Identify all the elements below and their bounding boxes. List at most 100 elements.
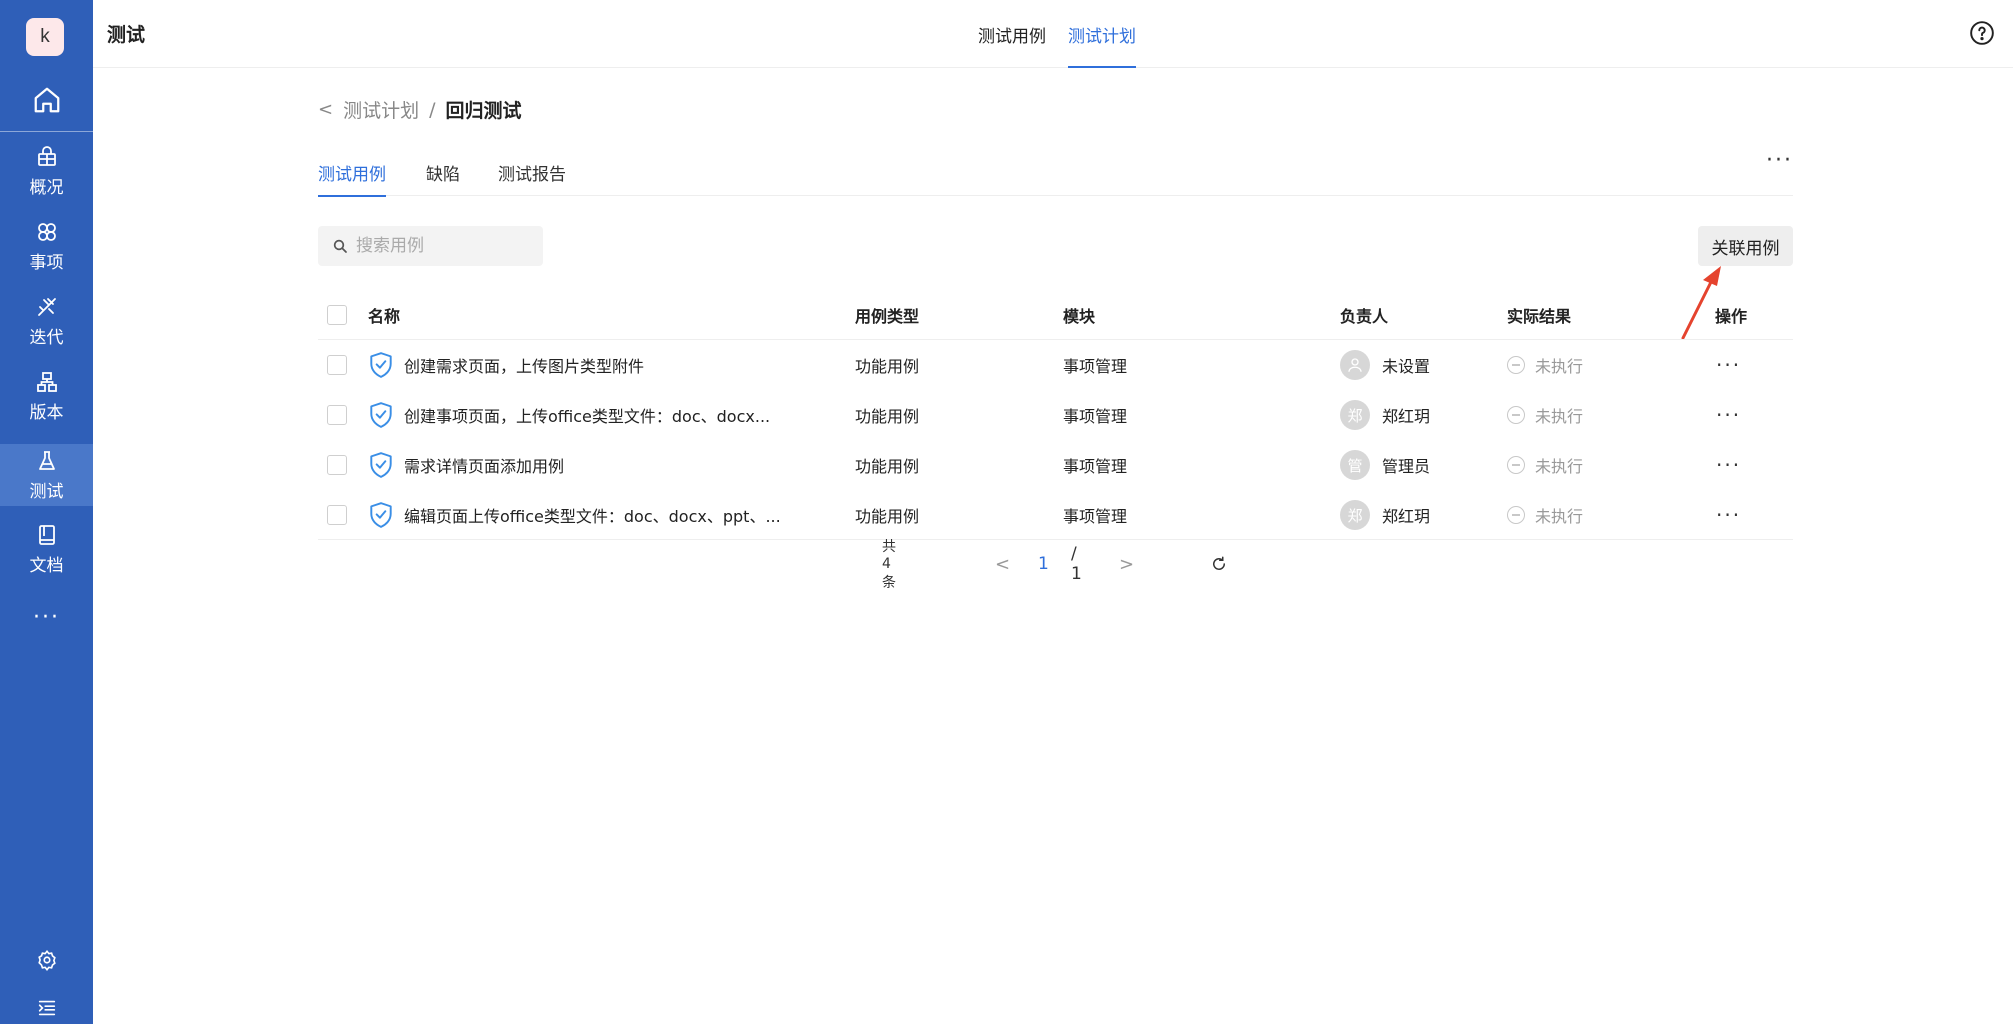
- not-executed-icon: [1507, 356, 1525, 374]
- search-icon: [333, 239, 347, 253]
- owner-name: 郑红玥: [1382, 507, 1431, 526]
- next-page-button[interactable]: >: [1119, 550, 1134, 578]
- row-checkbox-cell: [327, 340, 347, 390]
- plan-subtabs: 测试用例 缺陷 测试报告 ···: [318, 148, 1793, 197]
- top-bar: 测试 测试用例 测试计划: [93, 0, 2013, 68]
- case-name-cell: 编辑页面上传office类型文件：doc、docx、ppt、...: [368, 490, 781, 540]
- current-page[interactable]: 1: [1038, 550, 1049, 578]
- case-module: 事项管理: [1063, 457, 1128, 476]
- sidebar-item-label: 版本: [29, 402, 64, 423]
- test-icon: [38, 450, 55, 470]
- subtab-test-report[interactable]: 测试报告: [498, 148, 566, 196]
- subtab-test-cases[interactable]: 测试用例: [318, 148, 386, 197]
- test-case-shield-icon: [370, 402, 392, 428]
- breadcrumb-separator: /: [429, 98, 436, 121]
- owner-name: 未设置: [1382, 357, 1431, 376]
- user-avatar[interactable]: k: [26, 18, 64, 56]
- row-checkbox[interactable]: [327, 405, 347, 425]
- case-result[interactable]: 未执行: [1507, 440, 1583, 490]
- result-text: 未执行: [1535, 357, 1584, 376]
- result-text: 未执行: [1535, 457, 1584, 476]
- test-case-shield-icon: [370, 352, 392, 378]
- row-checkbox[interactable]: [327, 455, 347, 475]
- sidebar-item-label: 迭代: [29, 327, 64, 348]
- case-owner[interactable]: 郑 郑红玥: [1340, 390, 1430, 440]
- issues-icon: [37, 222, 56, 241]
- associate-cases-button[interactable]: 关联用例: [1698, 226, 1793, 266]
- sidebar-item-issues[interactable]: 事项: [0, 215, 93, 277]
- home-icon: [34, 87, 59, 113]
- prev-page-button[interactable]: <: [995, 550, 1010, 578]
- table-row[interactable]: 创建事项页面，上传office类型文件：doc、docx... 功能用例 事项管…: [318, 390, 1793, 440]
- avatar: 郑: [1340, 500, 1370, 530]
- collapse-sidebar-button[interactable]: [0, 990, 93, 1024]
- top-tabs: 测试用例 测试计划: [978, 0, 1136, 68]
- settings-button[interactable]: [0, 942, 93, 978]
- select-all-checkbox[interactable]: [327, 305, 347, 325]
- refresh-button[interactable]: [1210, 550, 1228, 578]
- case-result[interactable]: 未执行: [1507, 340, 1583, 390]
- case-owner[interactable]: 郑 郑红玥: [1340, 490, 1430, 540]
- sidebar-item-label: 事项: [29, 252, 64, 273]
- row-more-button[interactable]: ···: [1716, 490, 1741, 540]
- breadcrumb-current: 回归测试: [445, 100, 522, 122]
- sidebar-item-test[interactable]: 测试: [0, 444, 93, 506]
- breadcrumb-parent-link[interactable]: 测试计划: [343, 96, 419, 123]
- breadcrumb: < 测试计划 / 回归测试: [318, 96, 522, 123]
- row-checkbox[interactable]: [327, 355, 347, 375]
- row-more-button[interactable]: ···: [1716, 440, 1741, 490]
- version-icon: [36, 371, 57, 392]
- back-button[interactable]: <: [318, 99, 333, 120]
- case-type: 功能用例: [855, 457, 920, 476]
- avatar: [1340, 350, 1370, 380]
- case-type: 功能用例: [855, 507, 920, 526]
- user-placeholder-icon: [1348, 358, 1362, 372]
- sidebar-item-version[interactable]: 版本: [0, 365, 93, 427]
- case-name-link[interactable]: 创建需求页面，上传图片类型附件: [404, 353, 644, 377]
- case-type: 功能用例: [855, 407, 920, 426]
- case-name-link[interactable]: 编辑页面上传office类型文件：doc、docx、ppt、...: [404, 503, 781, 527]
- case-name-link[interactable]: 需求详情页面添加用例: [404, 453, 564, 477]
- table-row[interactable]: 创建需求页面，上传图片类型附件 功能用例 事项管理 未设置 未执行 ···: [318, 340, 1793, 390]
- help-icon[interactable]: [1969, 20, 1995, 46]
- case-result[interactable]: 未执行: [1507, 390, 1583, 440]
- not-executed-icon: [1507, 406, 1525, 424]
- owner-name: 郑红玥: [1382, 407, 1431, 426]
- column-header-owner: 负责人: [1340, 307, 1389, 326]
- sidebar-item-label: 文档: [29, 555, 64, 576]
- total-pages: / 1: [1071, 544, 1082, 584]
- test-case-shield-icon: [370, 502, 392, 528]
- sidebar-item-overview[interactable]: 概况: [0, 140, 93, 202]
- home-button[interactable]: [0, 72, 93, 128]
- table-row[interactable]: 编辑页面上传office类型文件：doc、docx、ppt、... 功能用例 事…: [318, 490, 1793, 540]
- column-header-module: 模块: [1063, 307, 1096, 326]
- sidebar-item-sprint[interactable]: 迭代: [0, 290, 93, 352]
- sidebar-more-button[interactable]: ···: [0, 600, 93, 634]
- table-header: 名称 用例类型 模块 负责人 实际结果 操作: [318, 290, 1793, 340]
- table-row[interactable]: 需求详情页面添加用例 功能用例 事项管理 管 管理员 未执行 ···: [318, 440, 1793, 490]
- refresh-icon: [1213, 556, 1225, 570]
- sidebar-divider: [0, 131, 93, 132]
- row-more-button[interactable]: ···: [1716, 340, 1741, 390]
- select-all-checkbox-cell: [327, 290, 347, 340]
- sidebar-item-label: 概况: [29, 177, 64, 198]
- case-owner[interactable]: 管 管理员: [1340, 440, 1430, 490]
- case-name-link[interactable]: 创建事项页面，上传office类型文件：doc、docx...: [404, 403, 770, 427]
- not-executed-icon: [1507, 506, 1525, 524]
- more-actions-button[interactable]: ···: [1766, 148, 1793, 184]
- sidebar-item-docs[interactable]: 文档: [0, 518, 93, 580]
- docs-icon: [38, 524, 55, 545]
- overview-icon: [37, 145, 56, 166]
- row-more-button[interactable]: ···: [1716, 390, 1741, 440]
- sidebar-item-label: 测试: [29, 481, 64, 502]
- tab-test-plans[interactable]: 测试计划: [1068, 0, 1136, 68]
- case-name-cell: 创建事项页面，上传office类型文件：doc、docx...: [368, 390, 770, 440]
- search-input[interactable]: [356, 236, 526, 256]
- column-header-type: 用例类型: [855, 307, 920, 326]
- row-checkbox[interactable]: [327, 505, 347, 525]
- tab-test-cases[interactable]: 测试用例: [978, 0, 1046, 68]
- case-owner[interactable]: 未设置: [1340, 340, 1430, 390]
- subtab-defects[interactable]: 缺陷: [426, 148, 460, 196]
- test-case-table: 名称 用例类型 模块 负责人 实际结果 操作 创建需求页面，上传图片类型附件 功…: [318, 290, 1793, 540]
- case-result[interactable]: 未执行: [1507, 490, 1583, 540]
